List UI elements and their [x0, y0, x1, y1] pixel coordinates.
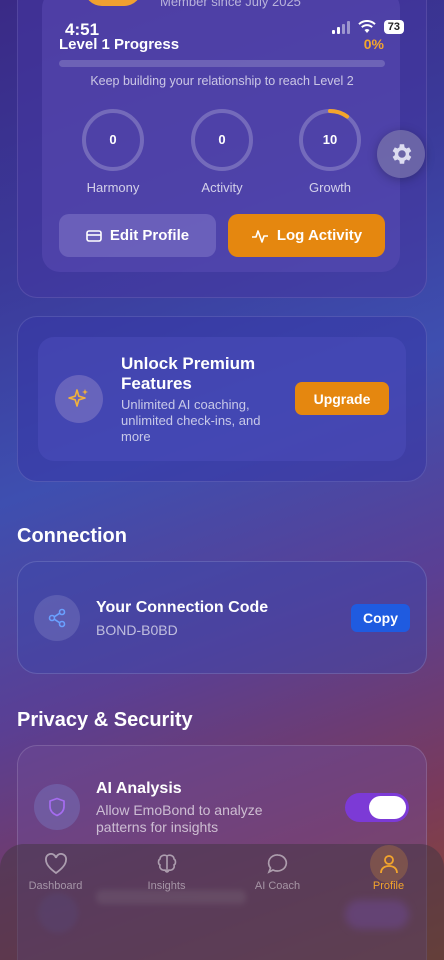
connection-code-title: Your Connection Code [96, 599, 269, 616]
log-activity-label: Log Activity [276, 227, 363, 244]
stat-label: Activity [201, 180, 243, 195]
section-title-privacy: Privacy & Security [17, 709, 193, 731]
ai-analysis-toggle[interactable] [345, 793, 409, 822]
copy-button[interactable]: Copy [351, 604, 410, 632]
log-activity-button[interactable]: Log Activity [228, 214, 385, 257]
stat-value: 0 [109, 132, 117, 147]
signal-icon [331, 20, 350, 34]
card-icon [86, 229, 102, 242]
ai-analysis-title: AI Analysis [96, 780, 182, 797]
shield-icon [49, 797, 65, 817]
chat-bubble-icon [266, 854, 287, 874]
tab-label: Dashboard [28, 880, 83, 892]
heart-icon [44, 853, 67, 875]
sparkle-icon [68, 389, 88, 407]
tab-label: Profile [372, 880, 405, 892]
level-progress-bar [59, 60, 385, 67]
battery-icon: 73 [383, 20, 404, 34]
upgrade-button[interactable]: Upgrade [295, 382, 389, 415]
tab-ai-coach[interactable]: AI Coach [222, 850, 333, 892]
level-title: Level 1 Progress [59, 36, 180, 53]
level-hint: Keep building your relationship to reach… [90, 74, 354, 88]
tab-profile[interactable]: Profile [333, 850, 444, 892]
tab-label: AI Coach [254, 880, 301, 892]
stat-growth: 10 Growth [285, 108, 375, 195]
sparkle-badge [55, 375, 103, 423]
connection-code-value: BOND-B0BD [96, 622, 178, 638]
brain-icon [157, 854, 176, 873]
shield-badge [34, 784, 80, 830]
share-badge [34, 595, 80, 641]
tab-insights[interactable]: Insights [111, 850, 222, 892]
activity-pulse-icon [251, 229, 268, 243]
member-since-text: Member since July 2025 [160, 0, 301, 9]
stat-label: Harmony [86, 180, 140, 195]
stat-harmony: 0 Harmony [68, 108, 158, 195]
user-icon [379, 855, 398, 874]
stat-activity: 0 Activity [177, 108, 267, 195]
premium-title: Unlock Premium Features [121, 354, 256, 393]
status-icons: 73 [331, 20, 404, 34]
stat-ring: 0 [81, 108, 145, 172]
premium-description: Unlimited AI coaching, unlimited check-i… [121, 397, 261, 444]
settings-button[interactable] [377, 130, 425, 178]
edit-profile-button[interactable]: Edit Profile [59, 214, 216, 257]
edit-profile-label: Edit Profile [109, 227, 190, 244]
section-title-connection: Connection [17, 525, 127, 547]
share-icon [48, 608, 66, 628]
stat-ring: 0 [190, 108, 254, 172]
level-percent: 0% [363, 36, 384, 52]
tab-label: Insights [147, 880, 186, 892]
stat-label: Growth [309, 180, 351, 195]
stat-ring: 10 [298, 108, 362, 172]
wifi-icon [358, 20, 376, 33]
toggle-knob [369, 796, 406, 819]
stat-value: 0 [218, 132, 226, 147]
stat-value: 10 [322, 132, 338, 147]
gear-icon [392, 144, 412, 164]
tab-dashboard[interactable]: Dashboard [0, 850, 111, 892]
ai-analysis-description: Allow EmoBond to analyze patterns for in… [96, 802, 263, 835]
